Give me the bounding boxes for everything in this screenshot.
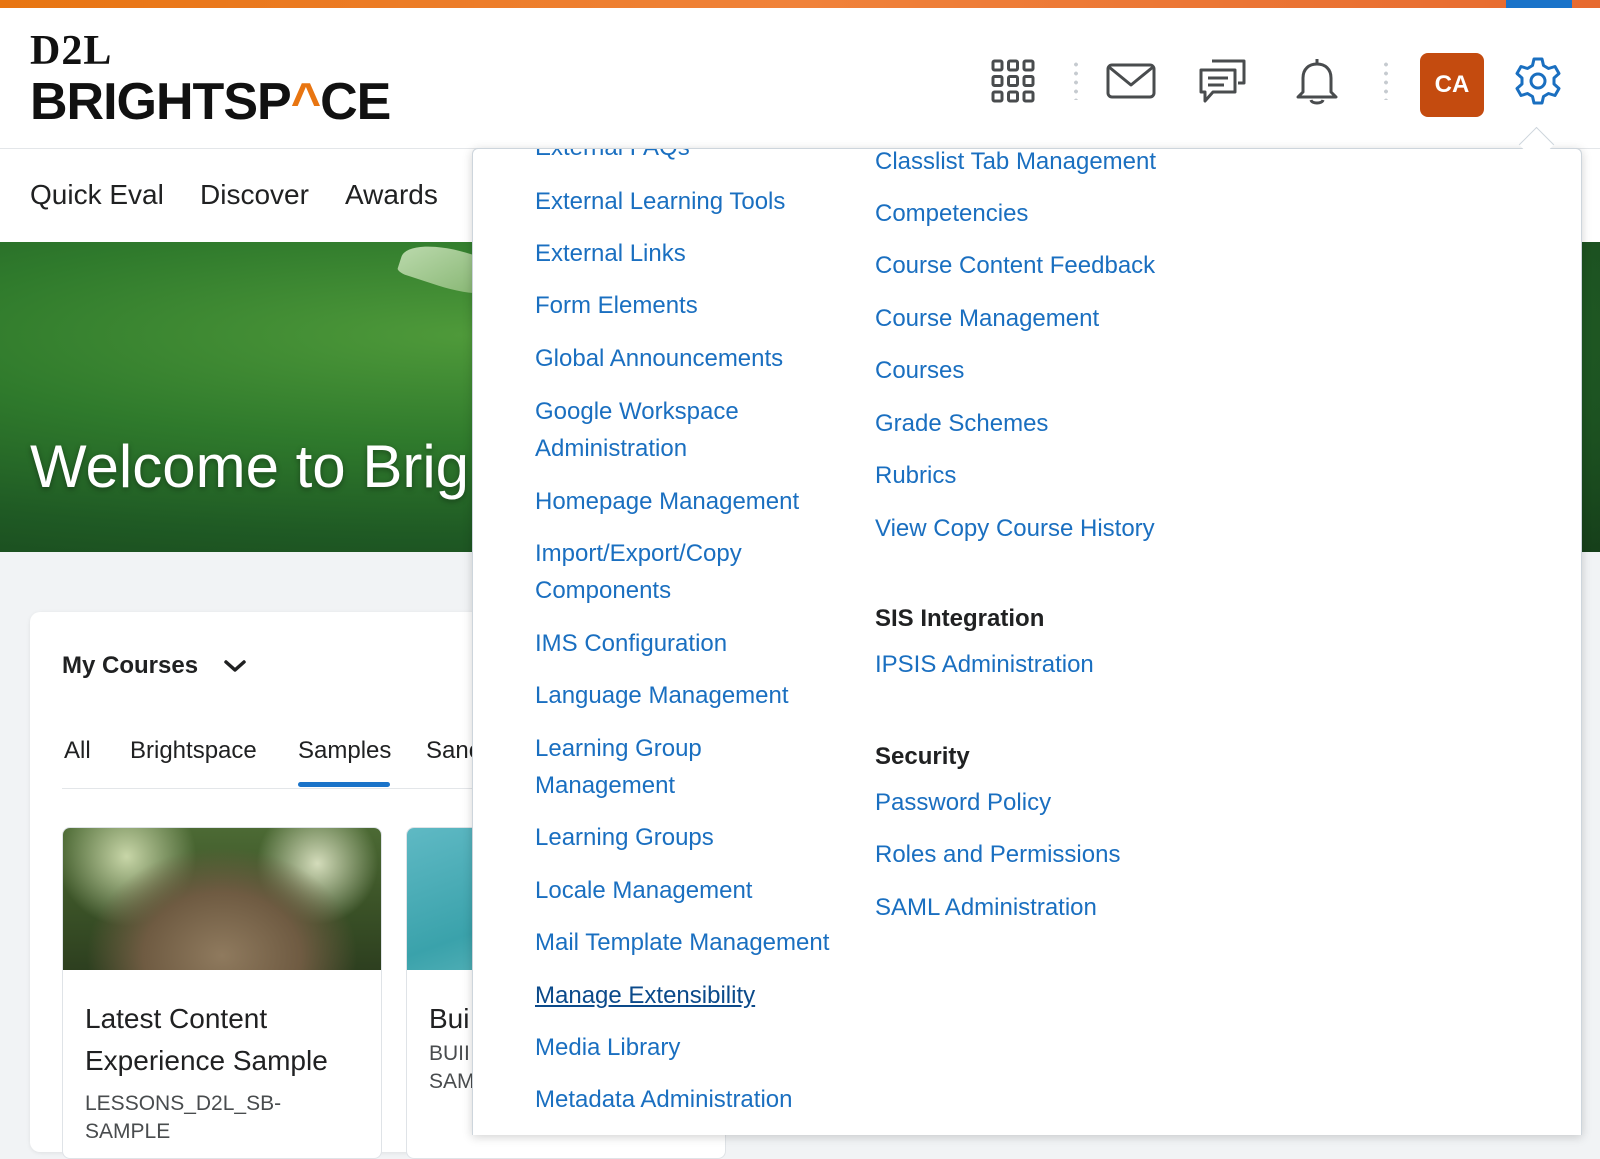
active-tab-indicator <box>298 782 390 787</box>
course-title: Bui <box>429 998 469 1040</box>
brightspace-logo[interactable]: D2L BRIGHTSP^CE <box>30 28 391 131</box>
nav-discover[interactable]: Discover <box>200 179 309 211</box>
admin-link[interactable]: Media Library <box>535 1029 680 1066</box>
gear-icon[interactable] <box>1513 56 1563 106</box>
course-code: BUII SAM <box>429 1040 475 1096</box>
course-card[interactable]: Latest Content Experience Sample LESSONS… <box>62 827 382 1159</box>
admin-link[interactable]: Roles and Permissions <box>875 836 1120 873</box>
admin-link[interactable]: Learning Groups <box>535 819 714 856</box>
section-heading-sis: SIS Integration <box>875 605 1045 632</box>
logo-d2l-text: D2L <box>30 28 113 74</box>
course-code-line: BUII <box>429 1042 470 1065</box>
course-code-line: SAMPLE <box>85 1120 171 1143</box>
course-code-line: SAM <box>429 1070 475 1093</box>
my-courses-title: My Courses <box>62 652 199 679</box>
admin-link[interactable]: Metadata Administration <box>535 1081 792 1118</box>
admin-link[interactable]: Grade Schemes <box>875 405 1048 442</box>
course-code: LESSONS_D2L_SB- SAMPLE <box>85 1090 281 1146</box>
admin-link[interactable]: IMS Configuration <box>535 625 727 662</box>
admin-link[interactable]: Classlist Tab Management <box>875 149 1156 180</box>
top-accent-bar <box>0 0 1600 8</box>
apps-grid-icon[interactable] <box>988 56 1038 106</box>
tab-samples[interactable]: Samples <box>298 737 391 765</box>
admin-link[interactable]: View Copy Course History <box>875 510 1155 547</box>
admin-link-hovered[interactable]: Manage Extensibility <box>535 977 755 1014</box>
admin-link[interactable]: External Links <box>535 235 686 272</box>
course-code-line: LESSONS_D2L_SB- <box>85 1092 282 1115</box>
admin-link[interactable]: Form Elements <box>535 287 698 324</box>
section-heading-security: Security <box>875 743 970 770</box>
tab-all[interactable]: All <box>64 737 91 765</box>
admin-link[interactable]: Courses <box>875 352 964 389</box>
admin-link[interactable]: External Learning Tools <box>535 183 785 220</box>
admin-link[interactable]: Management <box>535 767 675 804</box>
course-title-line: Experience Sample <box>85 1045 328 1076</box>
admin-link[interactable]: Homepage Management <box>535 483 799 520</box>
course-title-line: Latest Content <box>85 1003 268 1034</box>
nav-quick-eval[interactable]: Quick Eval <box>30 179 164 211</box>
header-separator <box>1384 60 1388 100</box>
tab-brightspace[interactable]: Brightspace <box>130 737 257 765</box>
course-title: Latest Content Experience Sample <box>85 998 328 1082</box>
header: D2L BRIGHTSP^CE CA <box>0 8 1600 149</box>
admin-tools-dropdown: External FAQs External Learning Tools Ex… <box>472 148 1582 1135</box>
banner-title: Welcome to Brig <box>30 433 470 500</box>
logo-brightspace-text: BRIGHTSP^CE <box>30 73 391 131</box>
logo-part-left: BRIGHTSP <box>30 73 292 131</box>
admin-link[interactable]: Locale Management <box>535 872 752 909</box>
admin-link[interactable]: Import/Export/Copy <box>535 535 742 572</box>
admin-link[interactable]: Password Policy <box>875 784 1051 821</box>
admin-link[interactable]: Course Content Feedback <box>875 247 1155 284</box>
chat-icon[interactable] <box>1198 56 1248 106</box>
admin-link[interactable]: Competencies <box>875 195 1028 232</box>
bell-icon[interactable] <box>1292 56 1342 106</box>
user-avatar[interactable]: CA <box>1420 53 1484 117</box>
admin-link[interactable]: External FAQs <box>535 149 690 166</box>
course-title-line: Bui <box>429 1003 470 1034</box>
chevron-down-icon[interactable] <box>222 656 248 676</box>
admin-link[interactable]: Administration <box>535 430 687 467</box>
admin-link[interactable]: Mail Template Management <box>535 924 829 961</box>
admin-link[interactable]: Course Management <box>875 300 1099 337</box>
admin-link[interactable]: Google Workspace <box>535 393 739 430</box>
admin-link[interactable]: IPSIS Administration <box>875 646 1094 683</box>
logo-a-mark: ^ <box>290 73 321 131</box>
header-separator <box>1074 60 1078 100</box>
admin-link[interactable]: SAML Administration <box>875 889 1097 926</box>
admin-link[interactable]: Global Announcements <box>535 340 783 377</box>
admin-link[interactable]: Language Management <box>535 677 789 714</box>
logo-part-right: CE <box>320 73 391 131</box>
admin-link[interactable]: Learning Group <box>535 730 702 767</box>
mail-icon[interactable] <box>1106 56 1156 106</box>
course-image <box>63 828 381 970</box>
nav-awards[interactable]: Awards <box>345 179 438 211</box>
admin-link[interactable]: Components <box>535 572 671 609</box>
admin-link[interactable]: Rubrics <box>875 457 956 494</box>
